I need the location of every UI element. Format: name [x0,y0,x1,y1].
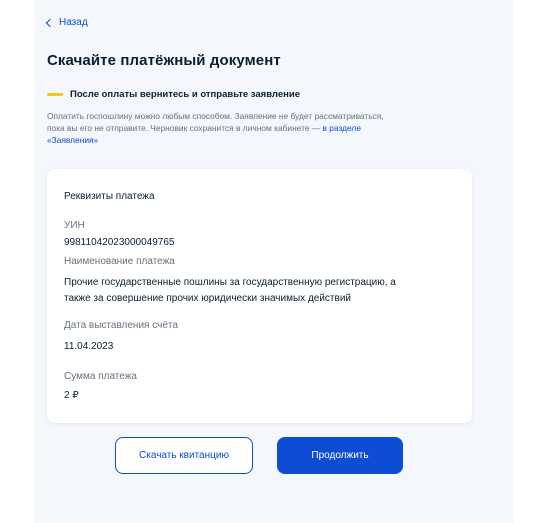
notice-heading-text: После оплаты вернитесь и отправьте заявл… [70,89,300,100]
uin-label: УИН [64,220,85,231]
notice-text-line1: Оплатить госпошлину можно любым способом… [47,111,384,121]
chevron-left-icon [45,18,55,28]
payment-name-label: Наименование платежа [64,256,175,267]
payment-amount-value: 2 ₽ [64,390,79,401]
back-link-label: Назад [59,17,88,28]
notice-text: Оплатить госпошлину можно любым способом… [47,110,467,146]
payment-details-title: Реквизиты платежа [64,191,155,202]
continue-button[interactable]: Продолжить [277,437,403,474]
notice-text-line2: пока вы его не отправите. Черновик сохра… [47,123,323,133]
payment-name-value-line1: Прочие государственные пошлины за госуда… [64,277,396,288]
page: Назад Скачайте платёжный документ После … [0,0,537,523]
back-link[interactable]: Назад [45,17,88,28]
applications-section-link[interactable]: в разделе [323,123,361,133]
payment-name-value-line2: также за совершение прочих юридически зн… [64,293,351,304]
applications-section-link-cont[interactable]: «Заявления» [47,135,98,145]
uin-value: 99811042023000049765 [64,237,175,248]
invoice-date-value: 11.04.2023 [64,341,114,352]
notice-accent-bar [47,93,63,96]
invoice-date-label: Дата выставления счёта [64,320,178,331]
payment-details-card: Реквизиты платежа УИН 998110420230000497… [47,169,472,423]
page-title: Скачайте платёжный документ [47,52,281,69]
notice-heading: После оплаты вернитесь и отправьте заявл… [47,89,300,100]
payment-amount-label: Сумма платежа [64,371,137,382]
download-receipt-button[interactable]: Скачать квитанцию [115,437,253,474]
